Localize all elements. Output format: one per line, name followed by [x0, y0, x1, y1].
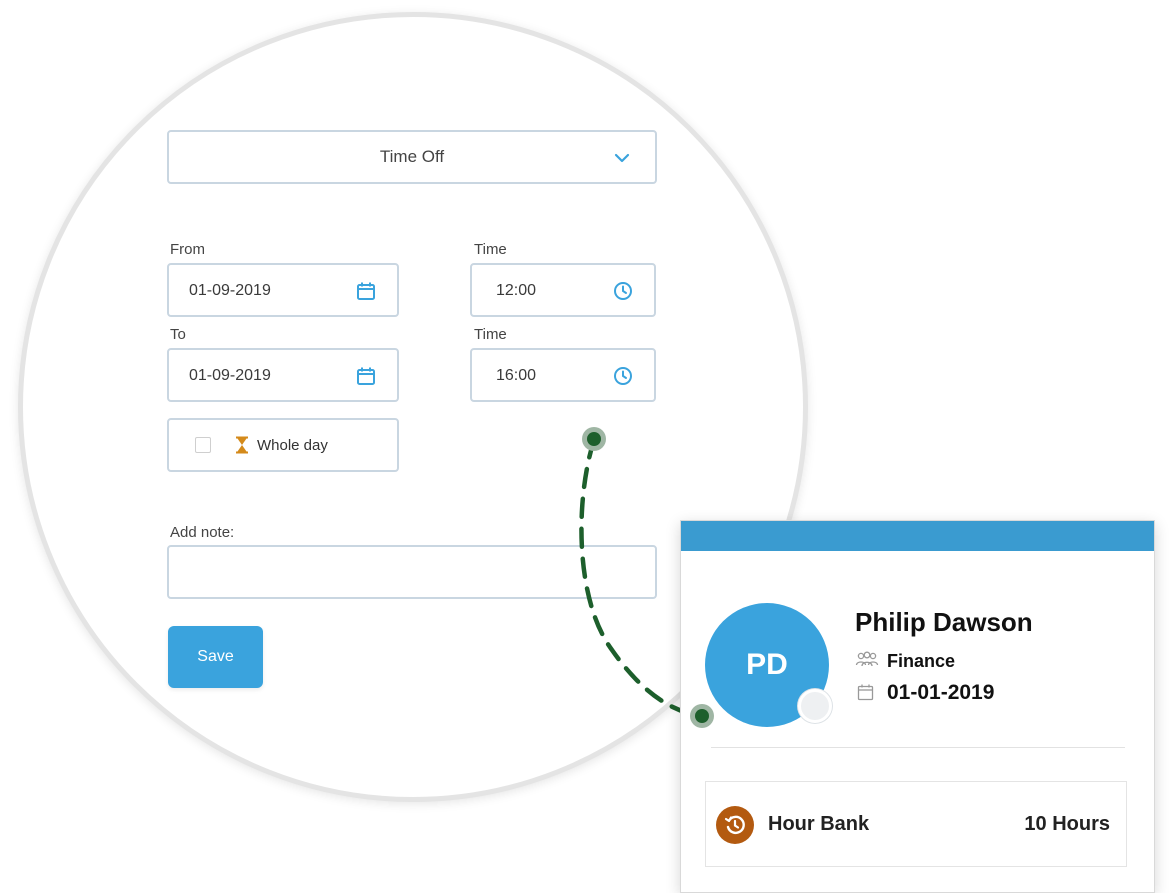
to-time-label: Time [474, 326, 507, 343]
hour-bank-label: Hour Bank [768, 813, 870, 835]
history-icon [716, 806, 754, 844]
whole-day-label: Whole day [257, 437, 328, 454]
chevron-down-icon [614, 153, 630, 163]
from-date-value: 01-09-2019 [189, 282, 271, 299]
people-icon [855, 651, 879, 667]
note-label: Add note: [170, 524, 235, 541]
save-button[interactable]: Save [168, 626, 263, 688]
employee-name: Philip Dawson [855, 607, 1033, 637]
hour-bank-row: Hour Bank 10 Hours [705, 781, 1127, 867]
clock-icon[interactable] [612, 365, 634, 387]
leave-type-value: Time Off [379, 147, 445, 166]
employee-department: Finance [887, 651, 956, 671]
whole-day-option[interactable]: Whole day [167, 418, 399, 472]
to-date-value: 01-09-2019 [189, 367, 271, 384]
from-time-label: Time [474, 241, 507, 258]
to-time-value: 16:00 [496, 367, 537, 384]
employee-start-date: 01-01-2019 [887, 681, 995, 704]
whole-day-checkbox[interactable] [195, 437, 211, 453]
hourglass-icon [236, 436, 248, 454]
status-indicator [798, 689, 832, 723]
from-date-field[interactable]: 01-09-2019 [167, 263, 399, 317]
hour-bank-value: 10 Hours [1024, 813, 1110, 835]
calendar-icon[interactable] [355, 280, 377, 302]
card-header [681, 521, 1154, 551]
card-divider [711, 747, 1125, 748]
note-input[interactable] [167, 545, 657, 599]
clock-icon[interactable] [612, 280, 634, 302]
to-date-field[interactable]: 01-09-2019 [167, 348, 399, 402]
to-label: To [170, 326, 186, 343]
to-time-field[interactable]: 16:00 [470, 348, 656, 402]
from-time-value: 12:00 [496, 282, 537, 299]
from-label: From [170, 241, 205, 258]
employee-card: PD Philip Dawson Finance 01-01-2019 Hour… [680, 520, 1155, 893]
from-time-field[interactable]: 12:00 [470, 263, 656, 317]
calendar-icon [857, 684, 874, 701]
leave-type-select[interactable]: Time Off [167, 130, 657, 184]
calendar-icon[interactable] [355, 365, 377, 387]
